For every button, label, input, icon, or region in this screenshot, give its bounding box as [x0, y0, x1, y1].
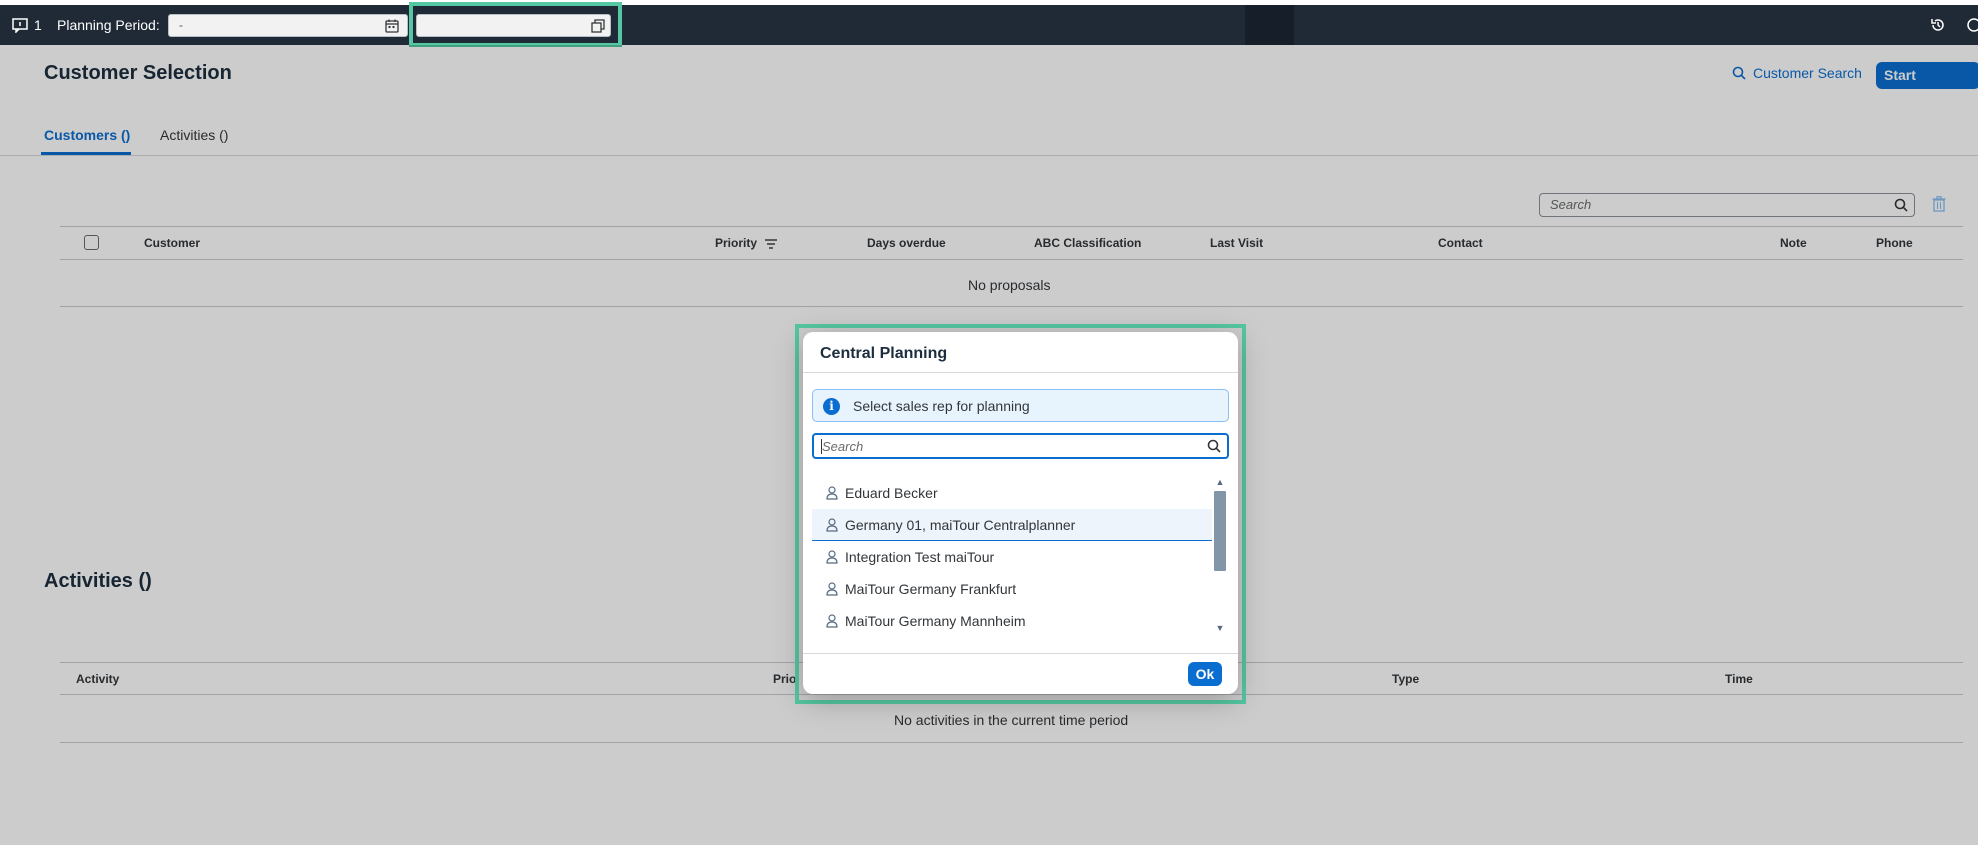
person-icon — [826, 550, 838, 564]
thumbnail-preview — [1245, 5, 1294, 45]
person-icon — [826, 582, 838, 596]
info-text: Select sales rep for planning — [853, 398, 1030, 414]
sales-rep-search-input[interactable]: Search — [812, 433, 1229, 459]
scroll-up-icon[interactable]: ▲ — [1213, 477, 1227, 487]
notes-icon[interactable] — [12, 18, 28, 33]
shell-bar: 1 Planning Period: - — [0, 5, 1978, 45]
list-item-label: Eduard Becker — [845, 485, 938, 501]
calendar-icon[interactable] — [385, 19, 399, 33]
person-icon — [826, 614, 838, 628]
highlight-value-help — [409, 2, 622, 47]
list-item[interactable]: Integration Test maiTour — [812, 541, 1212, 573]
dialog-footer-rule — [803, 653, 1238, 654]
info-icon: i — [823, 398, 840, 415]
ok-button[interactable]: Ok — [1188, 662, 1222, 686]
dialog-title: Central Planning — [820, 345, 948, 362]
clock-icon[interactable] — [1966, 17, 1978, 33]
list-item[interactable]: MaiTour Germany Mannheim — [812, 605, 1212, 637]
info-message-strip: i Select sales rep for planning — [812, 389, 1229, 422]
person-icon — [826, 486, 838, 500]
scroll-thumb[interactable] — [1214, 491, 1226, 571]
dialog-header-rule — [803, 372, 1238, 373]
sales-rep-list: Eduard Becker Germany 01, maiTour Centra… — [812, 477, 1212, 637]
notes-count: 1 — [34, 17, 42, 33]
planning-period-label: Planning Period: — [57, 17, 160, 33]
planning-period-value: - — [179, 18, 183, 32]
list-scrollbar[interactable]: ▲ ▼ — [1213, 477, 1227, 637]
list-item[interactable]: Germany 01, maiTour Centralplanner — [812, 509, 1212, 541]
planning-period-input[interactable]: - — [168, 14, 408, 37]
scroll-down-icon[interactable]: ▼ — [1213, 623, 1227, 633]
list-item-label: Integration Test maiTour — [845, 549, 995, 565]
list-item-label: Germany 01, maiTour Centralplanner — [845, 517, 1076, 533]
list-item[interactable]: Eduard Becker — [812, 477, 1212, 509]
list-item[interactable]: MaiTour Germany Frankfurt — [812, 573, 1212, 605]
history-icon[interactable] — [1930, 17, 1946, 33]
list-item-label: MaiTour Germany Mannheim — [845, 613, 1026, 629]
search-icon[interactable] — [1207, 439, 1221, 453]
person-icon — [826, 518, 838, 532]
central-planning-dialog: Central Planning i Select sales rep for … — [803, 332, 1238, 694]
list-item-label: MaiTour Germany Frankfurt — [845, 581, 1017, 597]
sales-rep-search-placeholder: Search — [822, 439, 864, 454]
